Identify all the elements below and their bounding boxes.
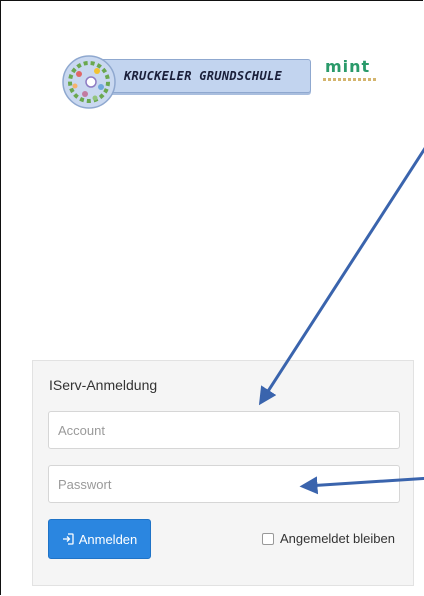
page-frame: KRUCKELER GRUNDSCHULE mint IServ-Anmeldu…: [0, 0, 424, 595]
school-logo: KRUCKELER GRUNDSCHULE: [61, 54, 313, 112]
login-panel: IServ-Anmeldung Anmelden Angemeldet blei…: [32, 360, 414, 586]
account-input[interactable]: [48, 411, 400, 449]
mint-logo-text: mint: [325, 57, 371, 76]
remember-checkbox[interactable]: [262, 532, 274, 545]
school-name-banner: KRUCKELER GRUNDSCHULE: [89, 59, 311, 93]
mint-logo: mint: [319, 57, 377, 91]
school-crest-icon: [62, 55, 116, 109]
remember-label: Angemeldet bleiben: [280, 531, 395, 546]
login-button-label: Anmelden: [78, 531, 138, 547]
password-input[interactable]: [48, 465, 400, 503]
sign-in-icon: [62, 533, 74, 545]
login-title: IServ-Anmeldung: [49, 377, 158, 393]
remember-me[interactable]: Angemeldet bleiben: [262, 531, 395, 546]
login-button[interactable]: Anmelden: [48, 519, 151, 559]
school-name: KRUCKELER GRUNDSCHULE: [124, 69, 283, 83]
mint-logo-subline: [323, 78, 377, 81]
